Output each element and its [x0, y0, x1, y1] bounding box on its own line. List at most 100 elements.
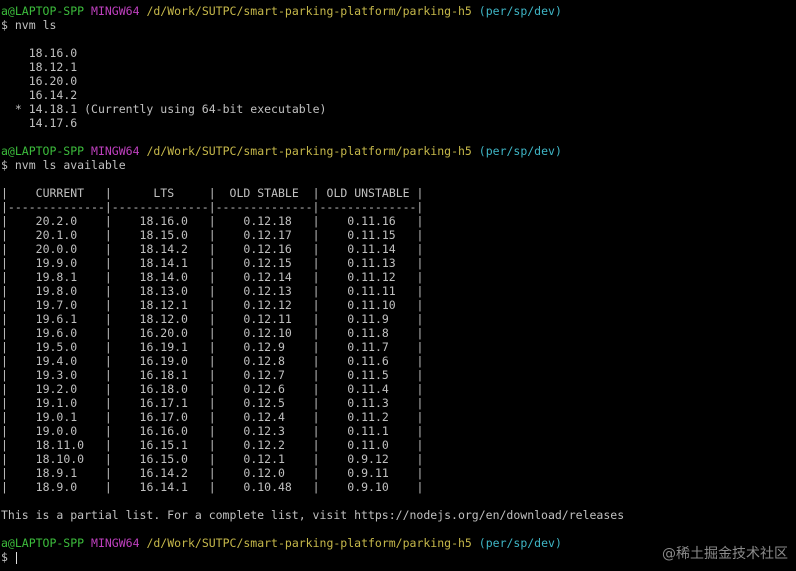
prompt-symbol: $: [1, 158, 8, 172]
table-row: | 20.2.0 | 18.16.0 | 0.12.18 | 0.11.16 |: [1, 214, 424, 228]
table-cell: 16.19.1: [139, 340, 188, 354]
table-cell: 19.0.1: [35, 410, 78, 424]
table-cell: 16.14.1: [139, 480, 188, 494]
table-cell: 0.9.10: [347, 480, 389, 494]
table-cell: 16.15.0: [139, 452, 188, 466]
table-row: | 19.8.1 | 18.14.0 | 0.12.14 | 0.11.12 |: [1, 270, 424, 284]
table-cell: 18.9.1: [35, 466, 78, 480]
table-cell: 0.11.16: [347, 214, 396, 228]
table-cell: 19.8.0: [35, 284, 78, 298]
table-cell: 0.12.16: [243, 242, 292, 256]
prompt-user: a@LAPTOP-SPP: [1, 4, 85, 18]
table-cell: 0.11.0: [347, 438, 389, 452]
table-cell: 20.1.0: [35, 228, 78, 242]
table-cell: 0.11.4: [347, 382, 389, 396]
list-indent: [1, 74, 29, 88]
terminal-window[interactable]: a@LAPTOP-SPP MINGW64 /d/Work/SUTPC/smart…: [0, 0, 796, 571]
table-cell: 0.11.10: [347, 298, 396, 312]
prompt-path: /d/Work/SUTPC/smart-parking-platform/par…: [146, 536, 472, 550]
installed-version-line: 18.16.0: [1, 46, 796, 60]
table-cell: 16.17.0: [139, 410, 188, 424]
table-cell: 0.12.8: [243, 354, 285, 368]
command-line: $ nvm ls: [1, 18, 796, 32]
table-cell: 0.12.9: [243, 340, 285, 354]
table-cell: 18.14.1: [139, 256, 188, 270]
table-row: | 18.9.0 | 16.14.1 | 0.10.48 | 0.9.10 |: [1, 480, 424, 494]
column-header: LTS: [153, 186, 175, 200]
table-cell: 18.9.0: [35, 480, 78, 494]
table-row: | 19.0.0 | 16.16.0 | 0.12.3 | 0.11.1 |: [1, 424, 424, 438]
table-row: | 19.0.1 | 16.17.0 | 0.12.4 | 0.11.2 |: [1, 410, 424, 424]
table-cell: 16.20.0: [139, 326, 188, 340]
prompt-line: a@LAPTOP-SPP MINGW64 /d/Work/SUTPC/smart…: [1, 144, 796, 158]
table-cell: 18.14.2: [139, 242, 188, 256]
table-cell: 0.10.48: [243, 480, 292, 494]
table-cell: 18.14.0: [139, 270, 188, 284]
text-cursor: [15, 551, 17, 564]
column-header: CURRENT: [35, 186, 85, 200]
table-cell: 18.13.0: [139, 284, 188, 298]
version-number: 16.14.2: [28, 88, 78, 102]
table-cell: 16.16.0: [139, 424, 188, 438]
list-indent: [1, 116, 29, 130]
table-cell: 0.11.1: [347, 424, 389, 438]
list-indent: [1, 88, 29, 102]
table-cell: 0.12.1: [243, 452, 285, 466]
table-cell: 0.12.17: [243, 228, 292, 242]
table-row: | 18.10.0 | 16.15.0 | 0.12.1 | 0.9.12 |: [1, 452, 424, 466]
table-cell: 19.6.1: [35, 312, 78, 326]
table-cell: 16.18.1: [139, 368, 188, 382]
table-cell: 18.12.0: [139, 312, 188, 326]
list-indent: [1, 60, 29, 74]
table-cell: 0.12.13: [243, 284, 292, 298]
command-text: nvm ls: [14, 18, 57, 32]
table-cell: 18.11.0: [35, 438, 85, 452]
table-row: | 19.3.0 | 16.18.1 | 0.12.7 | 0.11.5 |: [1, 368, 424, 382]
command-line: $ nvm ls available: [1, 158, 796, 172]
prompt-system: MINGW64: [91, 536, 140, 550]
table-cell: 19.4.0: [35, 354, 78, 368]
column-header: OLD UNSTABLE: [326, 186, 410, 200]
table-cell: 19.1.0: [35, 396, 78, 410]
prompt-user: a@LAPTOP-SPP: [1, 144, 85, 158]
table-cell: 0.11.12: [347, 270, 396, 284]
table-cell: 0.11.13: [347, 256, 396, 270]
table-cell: 16.17.1: [139, 396, 188, 410]
table-cell: 0.11.9: [347, 312, 389, 326]
table-cell: 0.9.11: [347, 466, 389, 480]
prompt-system: MINGW64: [91, 144, 140, 158]
table-row: | 20.1.0 | 18.15.0 | 0.12.17 | 0.11.15 |: [1, 228, 424, 242]
prompt-system: MINGW64: [91, 4, 140, 18]
table-cell: 16.14.2: [139, 466, 188, 480]
table-separator: |--------------|--------------|---------…: [1, 200, 424, 214]
table-cell: 0.12.4: [243, 410, 285, 424]
table-row: | 19.7.0 | 18.12.1 | 0.12.12 | 0.11.10 |: [1, 298, 424, 312]
table-cell: 0.12.14: [243, 270, 292, 284]
table-cell: 19.2.0: [35, 382, 78, 396]
table-cell: 0.11.6: [347, 354, 389, 368]
table-cell: 16.19.0: [139, 354, 188, 368]
table-cell: 0.9.12: [347, 452, 389, 466]
table-cell: 0.11.15: [347, 228, 396, 242]
table-cell: 0.11.3: [347, 396, 389, 410]
list-indent: [1, 46, 29, 60]
table-cell: 0.12.2: [243, 438, 285, 452]
footer-note: This is a partial list. For a complete l…: [1, 508, 625, 522]
installed-version-line: 16.20.0: [1, 74, 796, 88]
version-number: 18.16.0: [28, 46, 78, 60]
installed-version-line: 18.12.1: [1, 60, 796, 74]
table-row: | 19.9.0 | 18.14.1 | 0.12.15 | 0.11.13 |: [1, 256, 424, 270]
version-number: 18.12.1: [28, 60, 78, 74]
installed-version-line: 14.17.6: [1, 116, 796, 130]
column-header: OLD STABLE: [229, 186, 299, 200]
table-cell: 19.8.1: [35, 270, 78, 284]
table-row: | 19.6.0 | 16.20.0 | 0.12.10 | 0.11.8 |: [1, 326, 424, 340]
installed-versions-list: 18.16.0 18.12.1 16.20.0 16.14.2 * 14.18.…: [1, 46, 796, 130]
prompt-user: a@LAPTOP-SPP: [1, 536, 85, 550]
table-cell: 20.2.0: [35, 214, 78, 228]
version-number: 16.20.0: [28, 74, 78, 88]
table-header-row: | CURRENT | LTS | OLD STABLE | OLD UNSTA…: [1, 186, 424, 200]
command-text: nvm ls available: [14, 158, 126, 172]
prompt-symbol: $: [1, 18, 8, 32]
